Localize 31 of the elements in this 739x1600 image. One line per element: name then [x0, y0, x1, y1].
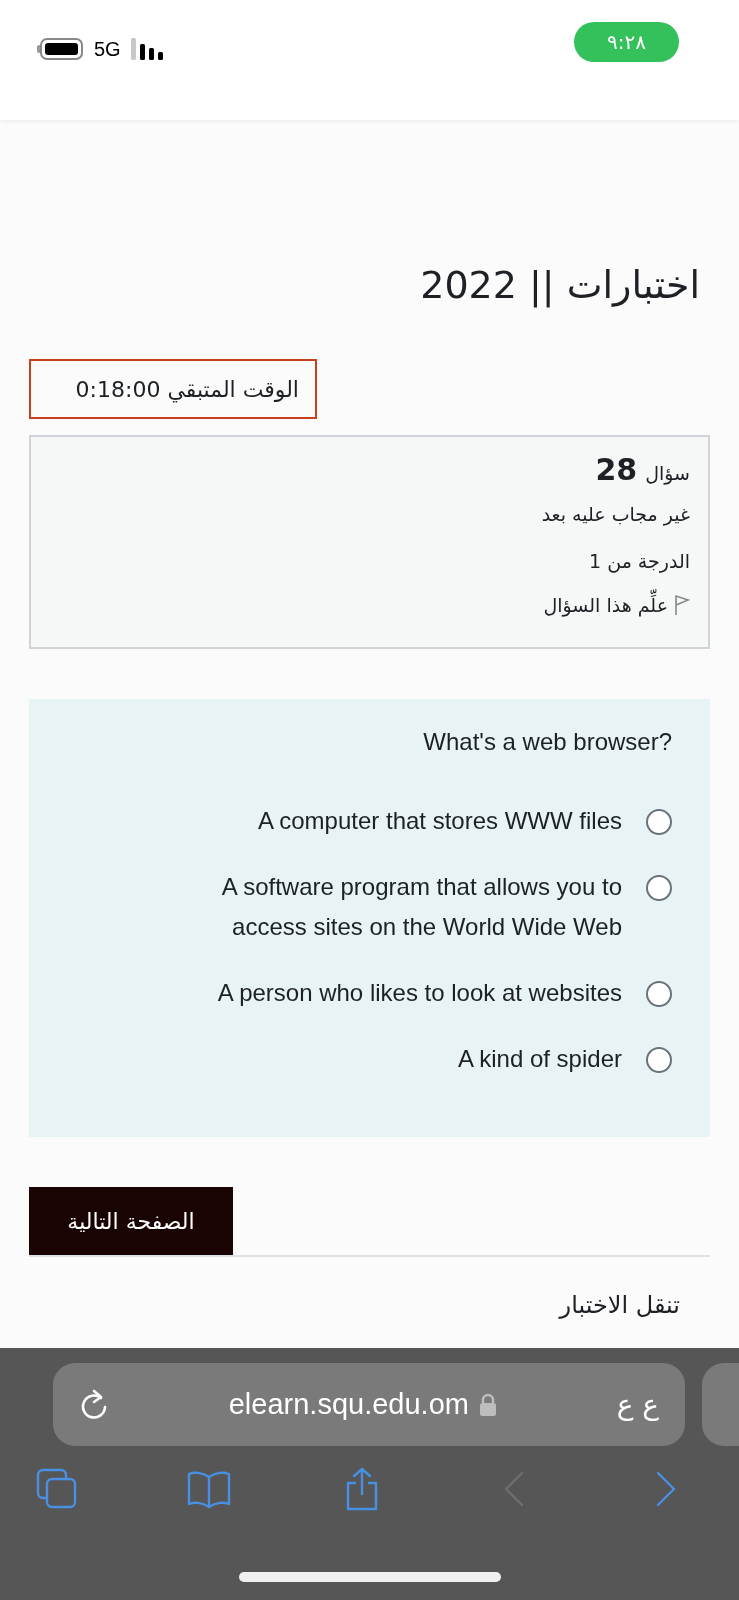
question-text: What's a web browser?: [423, 727, 672, 757]
tabs-icon: [35, 1467, 79, 1511]
reload-icon: [79, 1387, 109, 1422]
radio-button[interactable]: [646, 981, 672, 1007]
book-icon: [186, 1469, 233, 1509]
answer-option[interactable]: A software program that allows you to access sites on the World Wide Web: [142, 867, 622, 947]
network-label: 5G: [94, 37, 121, 62]
battery-icon: [36, 37, 84, 61]
answer-option[interactable]: A kind of spider: [142, 1039, 622, 1079]
timer-box: الوقت المتبقي 0:18:00: [29, 359, 317, 419]
answer-option[interactable]: A computer that stores WWW files: [142, 801, 622, 841]
chevron-left-icon: [502, 1471, 525, 1507]
flag-question-link[interactable]: علِّم هذا السؤال: [543, 591, 690, 620]
answer-option[interactable]: A person who likes to look at websites: [142, 973, 622, 1013]
answer-status: غير مجاب عليه بعد: [541, 502, 690, 528]
radio-button[interactable]: [646, 809, 672, 835]
url-text: elearn.squ.edu.om: [228, 1386, 469, 1422]
lock-icon: [478, 1392, 497, 1417]
radio-button[interactable]: [646, 1047, 672, 1073]
signal-icon: [130, 38, 165, 60]
grade-text: الدرجة من 1: [589, 548, 690, 575]
next-page-button[interactable]: الصفحة التالية: [29, 1187, 233, 1255]
page-title: اختبارات || 2022: [420, 262, 701, 310]
question-number: 28: [595, 451, 638, 489]
quiz-navigation-heading: تنقل الاختبار: [559, 1290, 681, 1321]
time-pill: ٩:٢٨: [574, 22, 679, 62]
chevron-right-icon: [655, 1471, 677, 1507]
flag-icon: [674, 594, 690, 617]
question-label: سؤال: [645, 461, 690, 487]
text-size-button[interactable]: ع ع: [616, 1383, 659, 1426]
radio-button[interactable]: [646, 875, 672, 901]
